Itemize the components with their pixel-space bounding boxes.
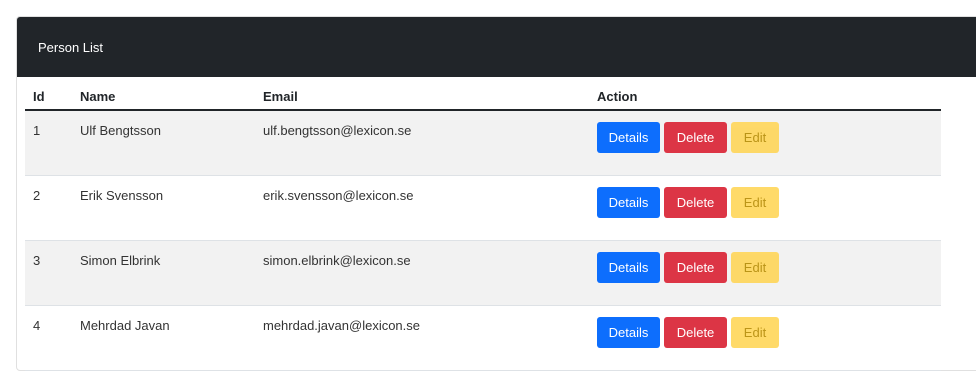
cell-id: 4	[25, 305, 72, 371]
details-button[interactable]: Details	[597, 187, 660, 218]
cell-name: Ulf Bengtsson	[72, 110, 255, 176]
table-header-row: Id Name Email Action	[25, 84, 941, 111]
cell-action: Details Delete Edit	[589, 305, 941, 371]
row-id: 2	[33, 188, 41, 203]
cell-action: Details Delete Edit	[589, 110, 941, 176]
row-email: mehrdad.javan@lexicon.se	[263, 318, 421, 333]
card-header: Person List	[17, 17, 976, 77]
row-id: 4	[33, 318, 41, 333]
card-title: Person List	[38, 39, 104, 55]
details-button[interactable]: Details	[597, 122, 660, 153]
cell-id: 2	[25, 175, 72, 241]
delete-button[interactable]: Delete	[664, 187, 727, 218]
details-button[interactable]: Details	[597, 317, 660, 348]
cell-name: Erik Svensson	[72, 175, 255, 241]
person-table-wrap: Id Name Email Action 1 Ulf Bengtsson ulf…	[25, 84, 941, 371]
cell-name: Simon Elbrink	[72, 240, 255, 306]
row-name: Erik Svensson	[80, 188, 164, 203]
table-row: 4 Mehrdad Javan mehrdad.javan@lexicon.se…	[25, 305, 941, 371]
edit-button[interactable]: Edit	[731, 187, 779, 218]
table-row: 1 Ulf Bengtsson ulf.bengtsson@lexicon.se…	[25, 110, 941, 176]
edit-button[interactable]: Edit	[731, 252, 779, 283]
column-header-email: Email	[255, 84, 589, 111]
column-header-name: Name	[72, 84, 255, 111]
row-id: 1	[33, 123, 41, 138]
column-header-action: Action	[589, 84, 941, 111]
delete-button[interactable]: Delete	[664, 252, 727, 283]
edit-button[interactable]: Edit	[731, 317, 779, 348]
column-header-id: Id	[25, 84, 72, 111]
row-email: simon.elbrink@lexicon.se	[263, 253, 411, 268]
delete-button[interactable]: Delete	[664, 317, 727, 348]
edit-button[interactable]: Edit	[731, 122, 779, 153]
row-id: 3	[33, 253, 41, 268]
person-table: Id Name Email Action 1 Ulf Bengtsson ulf…	[25, 84, 941, 371]
cell-email: erik.svensson@lexicon.se	[255, 175, 589, 241]
delete-button[interactable]: Delete	[664, 122, 727, 153]
row-name: Simon Elbrink	[80, 253, 161, 268]
table-row: 3 Simon Elbrink simon.elbrink@lexicon.se…	[25, 240, 941, 306]
table-row: 2 Erik Svensson erik.svensson@lexicon.se…	[25, 175, 941, 241]
cell-email: mehrdad.javan@lexicon.se	[255, 305, 589, 371]
row-name: Mehrdad Javan	[80, 318, 170, 333]
cell-email: simon.elbrink@lexicon.se	[255, 240, 589, 306]
cell-id: 1	[25, 110, 72, 176]
row-email: ulf.bengtsson@lexicon.se	[263, 123, 412, 138]
cell-action: Details Delete Edit	[589, 175, 941, 241]
cell-action: Details Delete Edit	[589, 240, 941, 306]
row-name: Ulf Bengtsson	[80, 123, 161, 138]
details-button[interactable]: Details	[597, 252, 660, 283]
cell-name: Mehrdad Javan	[72, 305, 255, 371]
row-email: erik.svensson@lexicon.se	[263, 188, 414, 203]
cell-email: ulf.bengtsson@lexicon.se	[255, 110, 589, 176]
cell-id: 3	[25, 240, 72, 306]
